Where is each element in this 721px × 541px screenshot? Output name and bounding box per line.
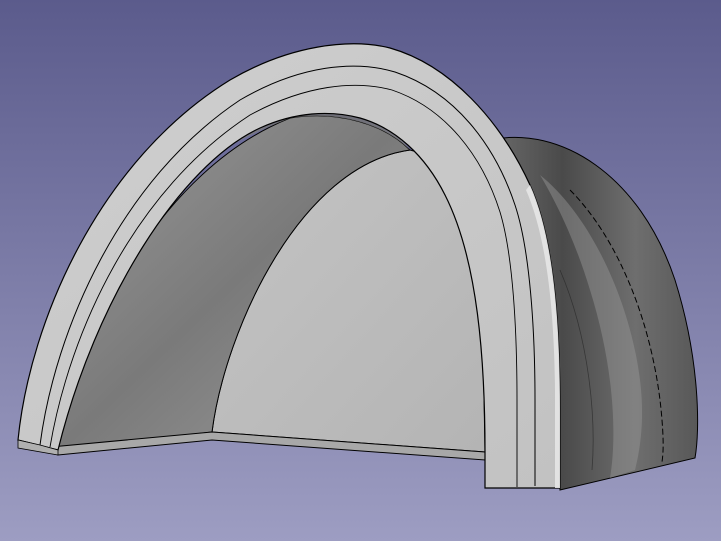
3d-viewport[interactable]: [0, 0, 721, 541]
viewport-canvas[interactable]: [0, 0, 721, 541]
